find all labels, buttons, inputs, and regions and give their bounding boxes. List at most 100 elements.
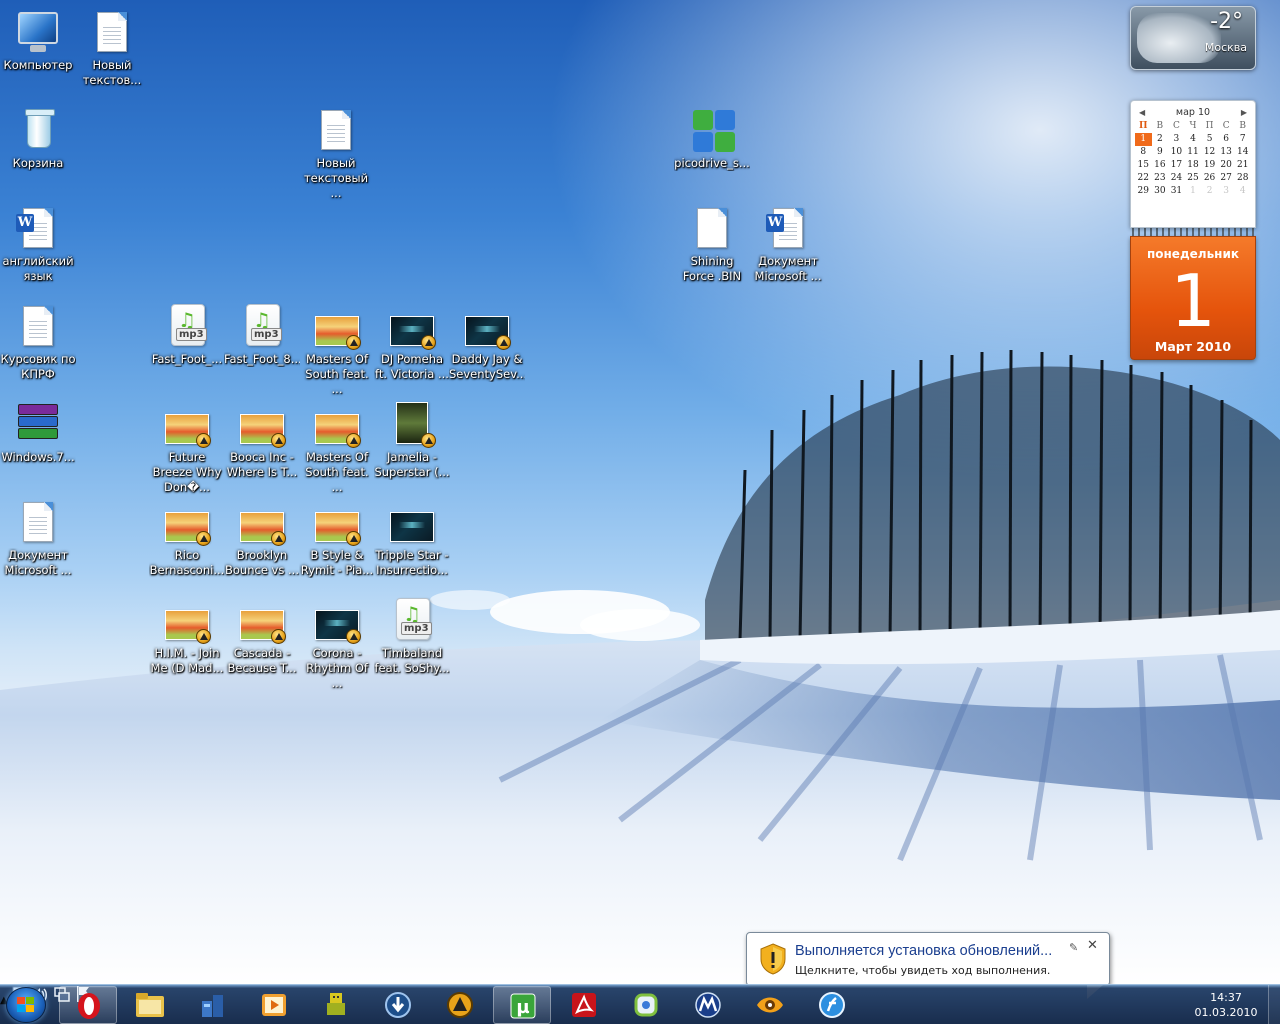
taskbar-xnview[interactable]: [741, 986, 799, 1024]
calendar-day[interactable]: 24: [1168, 172, 1185, 185]
calendar-day[interactable]: 2: [1201, 185, 1218, 198]
desktop-icon-dj-pomeha[interactable]: DJ Pomeha ft. Victoria ...: [374, 302, 450, 382]
desktop-icon-tripple[interactable]: Tripple Star - Insurrectio...: [374, 498, 450, 578]
desktop-icon-bstyle[interactable]: B Style & Rymit - Pia...: [299, 498, 375, 578]
taskbar-download-manager[interactable]: [369, 986, 427, 1024]
calendar-day[interactable]: 13: [1218, 146, 1235, 159]
desktop-icon-kursovik[interactable]: Курсовик по КПРФ: [0, 302, 76, 382]
desktop-icon-future-breeze[interactable]: Future Breeze Why Don�...: [149, 400, 225, 495]
calendar-day[interactable]: 28: [1234, 172, 1251, 185]
calendar-day[interactable]: 30: [1152, 185, 1169, 198]
xnview-eye-icon: [755, 991, 785, 1019]
calendar-day[interactable]: 20: [1218, 159, 1235, 172]
taskbar-game-app[interactable]: [307, 986, 365, 1024]
desktop-icon-windows7[interactable]: Windows.7...: [0, 400, 76, 465]
calendar-day-today[interactable]: 1: [1135, 133, 1152, 146]
desktop-icon-doc-ms-2[interactable]: Документ Microsoft ...: [0, 498, 76, 578]
close-icon[interactable]: ✕: [1087, 938, 1098, 953]
taskbar-aimp[interactable]: [431, 986, 489, 1024]
taskbar-motorola[interactable]: [679, 986, 737, 1024]
desktop-icon-new-text-2[interactable]: Новый текстовый ...: [298, 106, 374, 201]
calendar-day[interactable]: 18: [1185, 159, 1202, 172]
desktop-icon-daddy-jay[interactable]: Daddy Jay & SeventySev...: [449, 302, 525, 382]
taskbar-acrobat[interactable]: [555, 986, 613, 1024]
aimp-badge-icon: [196, 531, 211, 546]
desktop-icon-fast-foot-1[interactable]: ♫ mp3 Fast_Foot_...: [149, 302, 225, 367]
tray-clock[interactable]: 14:37 01.03.2010: [1186, 990, 1266, 1020]
calendar-day[interactable]: 22: [1135, 172, 1152, 185]
calendar-day[interactable]: 2: [1152, 133, 1169, 146]
icon-label: Shining Force .BIN: [682, 254, 742, 283]
pin-icon[interactable]: ✎: [1069, 941, 1078, 954]
desktop-icon-timbaland[interactable]: ♫ mp3 Timbaland feat. SoShy...: [374, 596, 450, 676]
taskbar-explorer[interactable]: [121, 986, 179, 1024]
start-button[interactable]: [6, 987, 46, 1023]
desktop-icon-doc-ms-1[interactable]: W Документ Microsoft ...: [750, 204, 826, 284]
calendar-prev-month-icon[interactable]: ◀: [1135, 108, 1149, 117]
motorola-icon: [693, 991, 723, 1019]
calendar-next-month-icon[interactable]: ▶: [1237, 108, 1251, 117]
calendar-day[interactable]: 27: [1218, 172, 1235, 185]
calendar-day[interactable]: 6: [1218, 133, 1235, 146]
calendar-day[interactable]: 17: [1168, 159, 1185, 172]
desktop-icon-fast-foot-2[interactable]: ♫ mp3 Fast_Foot_8...: [224, 302, 300, 367]
taskbar-app[interactable]: [617, 986, 675, 1024]
taskbar-network[interactable]: [183, 986, 241, 1024]
calendar-gadget[interactable]: ◀ мар 10 ▶ П В С Ч П С В 1 2 3 4 5 6 7 8 9 10 11 12 13 14 15 1…: [1130, 100, 1256, 362]
taskbar-media-player[interactable]: [245, 986, 303, 1024]
desktop-icon-new-text-1[interactable]: Новый текстов...: [74, 8, 150, 88]
calendar-day[interactable]: 1: [1185, 185, 1202, 198]
icon-label: Daddy Jay & SeventySev...: [449, 352, 525, 381]
icon-label: Rico Bernasconi...: [149, 548, 225, 577]
desktop-icon-jamelia[interactable]: Jamelia - Superstar (...: [374, 400, 450, 480]
desktop-icon-brooklyn[interactable]: Brooklyn Bounce vs ...: [224, 498, 300, 578]
taskbar-opera[interactable]: [59, 986, 117, 1024]
calendar-day[interactable]: 26: [1201, 172, 1218, 185]
desktop-icon-him[interactable]: H.I.M. - Join Me (D Mad...: [149, 596, 225, 676]
desktop-icon-masters-1[interactable]: Masters Of South feat. ...: [299, 302, 375, 397]
notification-message: Щелкните, чтобы увидеть ход выполнения.: [795, 964, 1051, 977]
desktop-icon-booca[interactable]: Booca Inc - Where Is T...: [224, 400, 300, 480]
desktop-icon-shining-force[interactable]: Shining Force .BIN: [674, 204, 750, 284]
calendar-day[interactable]: 4: [1234, 185, 1251, 198]
taskbar-browser[interactable]: [803, 986, 861, 1024]
calendar-day[interactable]: 4: [1185, 133, 1202, 146]
calendar-day[interactable]: 14: [1234, 146, 1251, 159]
calendar-day[interactable]: 9: [1152, 146, 1169, 159]
weather-gadget[interactable]: -2° Москва: [1130, 6, 1256, 70]
update-notification-balloon[interactable]: Выполняется установка обновлений... Щелк…: [746, 932, 1110, 999]
computer-icon: [18, 12, 58, 44]
calendar-day[interactable]: 5: [1201, 133, 1218, 146]
browser-icon: [817, 991, 847, 1019]
calendar-day[interactable]: 19: [1201, 159, 1218, 172]
acrobat-icon: [569, 991, 599, 1019]
calendar-day[interactable]: 21: [1234, 159, 1251, 172]
taskbar-utorrent[interactable]: µ: [493, 986, 551, 1024]
calendar-day[interactable]: 7: [1234, 133, 1251, 146]
desktop-icon-picodrive[interactable]: picodrive_s...: [674, 106, 750, 171]
desktop-icon-computer[interactable]: Компьютер: [0, 8, 76, 73]
calendar-day[interactable]: 3: [1218, 185, 1235, 198]
desktop-icon-corona[interactable]: Corona - Rhythm Of ...: [299, 596, 375, 691]
calendar-day[interactable]: 3: [1168, 133, 1185, 146]
calendar-day[interactable]: 12: [1201, 146, 1218, 159]
utorrent-icon: µ: [508, 992, 538, 1020]
calendar-day[interactable]: 11: [1185, 146, 1202, 159]
desktop-icon-masters-2[interactable]: Masters Of South feat. ...: [299, 400, 375, 495]
calendar-day[interactable]: 23: [1152, 172, 1169, 185]
desktop-icon-english[interactable]: W английский язык: [0, 204, 76, 284]
calendar-day[interactable]: 8: [1135, 146, 1152, 159]
desktop-icon-rico[interactable]: Rico Bernasconi...: [149, 498, 225, 578]
aimp-badge-icon: [421, 433, 436, 448]
calendar-day[interactable]: 15: [1135, 159, 1152, 172]
show-desktop-button[interactable]: [1268, 985, 1280, 1024]
calendar-day[interactable]: 16: [1152, 159, 1169, 172]
desktop-icon-cascada[interactable]: Cascada - Because T...: [224, 596, 300, 676]
calendar-day[interactable]: 31: [1168, 185, 1185, 198]
calendar-day[interactable]: 10: [1168, 146, 1185, 159]
calendar-day[interactable]: 29: [1135, 185, 1152, 198]
desktop-icon-recycle-bin[interactable]: Корзина: [0, 106, 76, 171]
icon-label: picodrive_s...: [674, 156, 750, 170]
notification-title: Выполняется установка обновлений...: [795, 943, 1053, 959]
calendar-day[interactable]: 25: [1185, 172, 1202, 185]
